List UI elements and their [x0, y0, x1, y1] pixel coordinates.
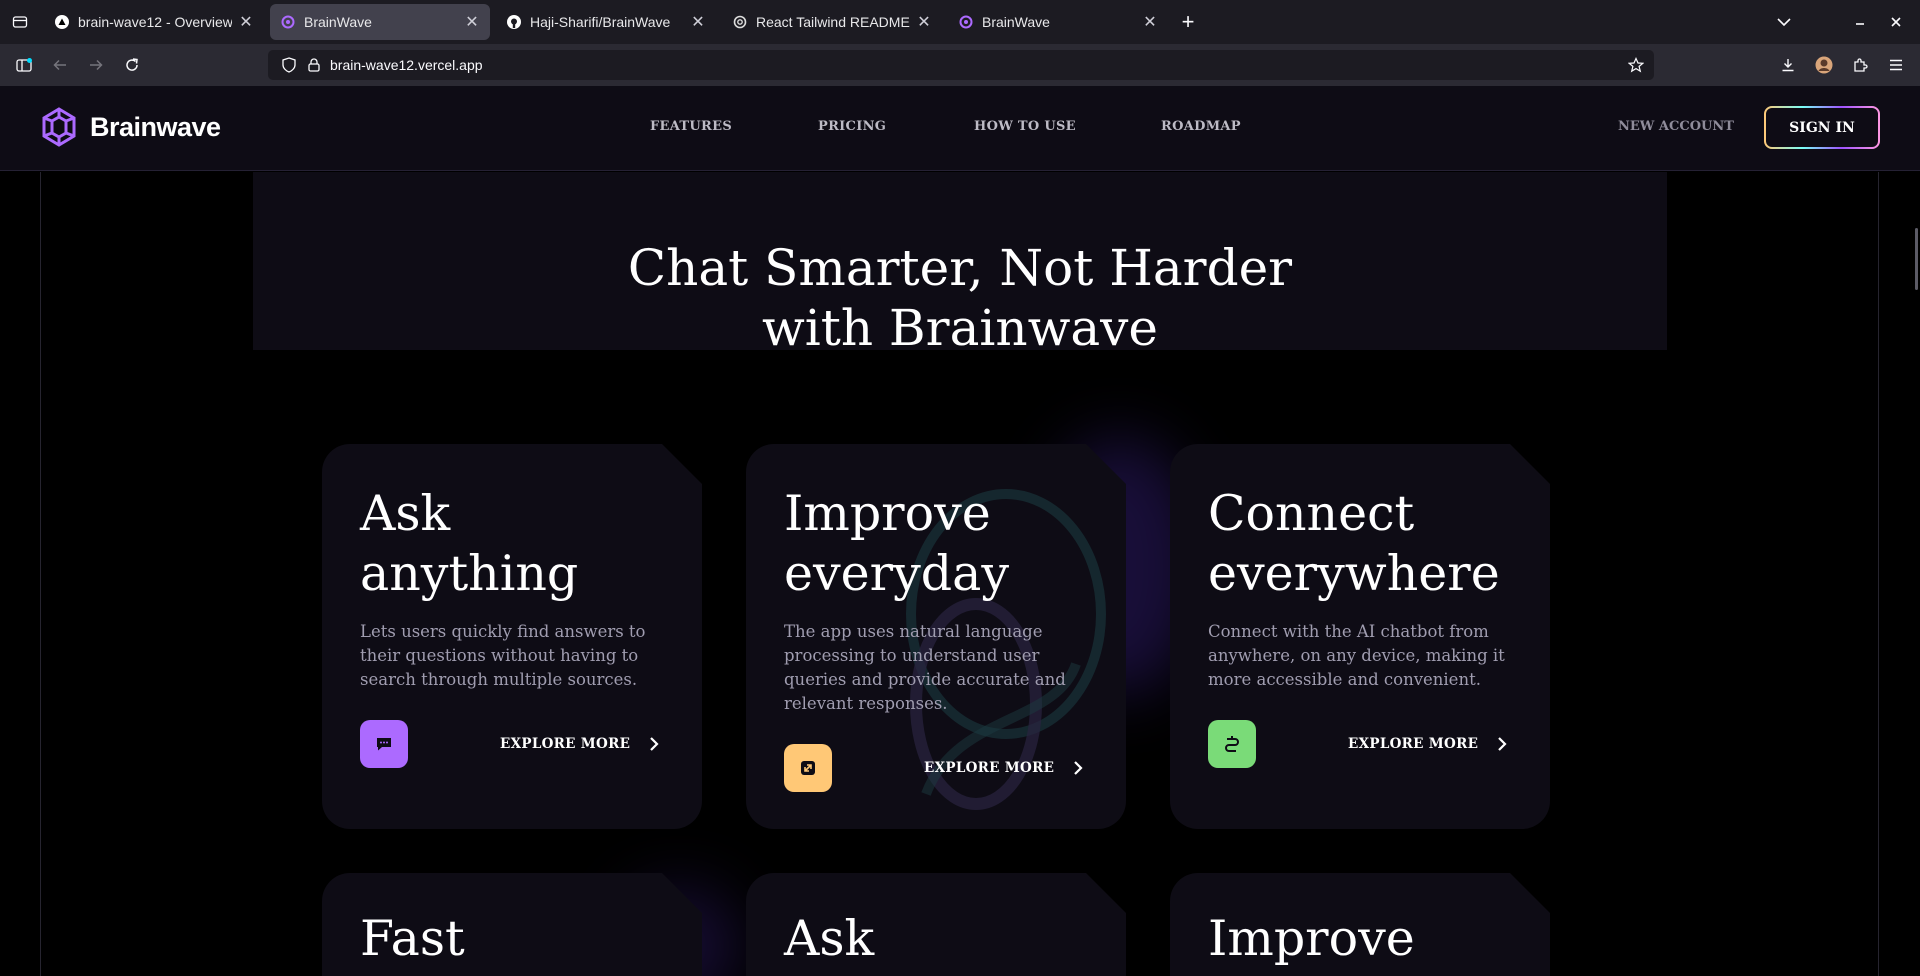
close-tab-icon[interactable]: ✕ [690, 12, 706, 32]
browser-toolbar: brain-wave12.vercel.app [0, 44, 1920, 86]
close-tab-icon[interactable]: ✕ [1142, 12, 1158, 32]
feature-card-improve: Improve [1170, 873, 1550, 976]
browser-tab-bar: brain-wave12 - Overview – Vercel ✕ Brain… [0, 0, 1920, 44]
tab-title: BrainWave [304, 14, 372, 30]
address-bar[interactable]: brain-wave12.vercel.app [268, 50, 1654, 80]
hero-title-line-1: Chat Smarter, Not Harder [627, 239, 1293, 297]
close-window-icon[interactable] [1884, 10, 1908, 34]
nav-pricing[interactable]: PRICING [818, 119, 886, 134]
sidebar-toggle-icon[interactable] [12, 53, 36, 77]
connect-plug-icon [1208, 720, 1256, 768]
chevron-right-icon[interactable] [1071, 759, 1085, 777]
page-viewport: Chat Smarter, Not Harder with Brainwave … [0, 86, 1920, 976]
tab-title: Haji-Sharifi/BrainWave [530, 14, 671, 30]
tab-list-icon[interactable] [8, 10, 32, 34]
site-header: Brainwave FEATURES PRICING HOW TO USE RO… [0, 86, 1920, 171]
list-all-tabs-icon[interactable] [1772, 10, 1796, 34]
tab-vercel[interactable]: brain-wave12 - Overview – Vercel ✕ [44, 4, 264, 40]
chevron-right-icon[interactable] [1495, 735, 1509, 753]
github-icon [506, 14, 522, 30]
card-title: Fast [360, 910, 465, 967]
brand-logo[interactable]: Brainwave [38, 106, 221, 148]
left-frame-line [40, 172, 41, 976]
url-text[interactable]: brain-wave12.vercel.app [330, 57, 483, 73]
right-frame-line [1878, 172, 1879, 976]
card-title: Improve everyday [784, 485, 1010, 602]
close-tab-icon[interactable]: ✕ [916, 12, 932, 32]
openai-icon [732, 14, 748, 30]
card-title: Improve [1208, 910, 1415, 967]
explore-more-link[interactable]: EXPLORE MORE [1348, 736, 1478, 752]
brainwave-icon [958, 14, 974, 30]
feature-card-ask: Ask [746, 873, 1126, 976]
tab-title: brain-wave12 - Overview – Vercel [78, 14, 232, 30]
card-description: The app uses natural language processing… [784, 622, 1066, 713]
sign-in-label: SIGN IN [1766, 108, 1878, 147]
forward-arrow-icon[interactable] [84, 53, 108, 77]
close-tab-icon[interactable]: ✕ [464, 12, 480, 32]
downloads-icon[interactable] [1776, 53, 1800, 77]
reload-icon[interactable] [120, 53, 144, 77]
bookmark-star-icon[interactable] [1628, 57, 1644, 73]
back-arrow-icon[interactable] [48, 53, 72, 77]
card-description: Connect with the AI chatbot from anywher… [1208, 622, 1505, 689]
tab-brainwave-active[interactable]: BrainWave ✕ [270, 4, 490, 40]
lock-icon[interactable] [308, 58, 320, 72]
brainwave-icon [280, 14, 296, 30]
tab-title: BrainWave [982, 14, 1050, 30]
nav-features[interactable]: FEATURES [650, 119, 732, 134]
explore-more-link[interactable]: EXPLORE MORE [924, 760, 1054, 776]
chevron-right-icon[interactable] [647, 735, 661, 753]
card-title: Ask [784, 910, 875, 967]
hamburger-menu-icon[interactable] [1884, 53, 1908, 77]
page-scrollbar-thumb[interactable] [1915, 228, 1918, 290]
feature-card-ask-anything: Ask anything Lets users quickly find ans… [322, 444, 702, 829]
brand-name: Brainwave [90, 111, 221, 142]
expand-arrows-icon [784, 744, 832, 792]
sign-in-button[interactable]: SIGN IN [1764, 106, 1880, 149]
explore-more-link[interactable]: EXPLORE MORE [500, 736, 630, 752]
shield-icon[interactable] [282, 57, 296, 73]
card-description: Lets users quickly find answers to their… [360, 622, 646, 689]
hero-title: Chat Smarter, Not Harder with Brainwave [560, 238, 1360, 358]
feature-card-fast: Fast [322, 873, 702, 976]
tab-readme-template[interactable]: React Tailwind README template ✕ [722, 4, 942, 40]
tab-title: React Tailwind README template [756, 14, 910, 30]
brainwave-logo-icon [42, 107, 76, 147]
feature-card-connect-everywhere: Connect everywhere Connect with the AI c… [1170, 444, 1550, 829]
account-avatar-icon[interactable] [1812, 53, 1836, 77]
hero-title-line-2: with Brainwave [761, 299, 1159, 357]
tab-github[interactable]: Haji-Sharifi/BrainWave ✕ [496, 4, 716, 40]
vercel-triangle-icon [54, 14, 70, 30]
extensions-puzzle-icon[interactable] [1848, 53, 1872, 77]
card-title: Connect everywhere [1208, 485, 1500, 602]
nav-roadmap[interactable]: ROADMAP [1161, 119, 1241, 134]
close-tab-icon[interactable]: ✕ [238, 12, 254, 32]
nav-how-to-use[interactable]: HOW TO USE [974, 119, 1076, 134]
tab-brainwave-2[interactable]: BrainWave ✕ [948, 4, 1168, 40]
new-tab-button[interactable]: + [1176, 9, 1200, 34]
minimize-window-icon[interactable] [1848, 10, 1872, 34]
new-account-link[interactable]: NEW ACCOUNT [1618, 119, 1734, 134]
card-title: Ask anything [360, 485, 579, 602]
chat-bubble-icon [360, 720, 408, 768]
feature-card-improve-everyday: Improve everyday The app uses natural la… [746, 444, 1126, 829]
